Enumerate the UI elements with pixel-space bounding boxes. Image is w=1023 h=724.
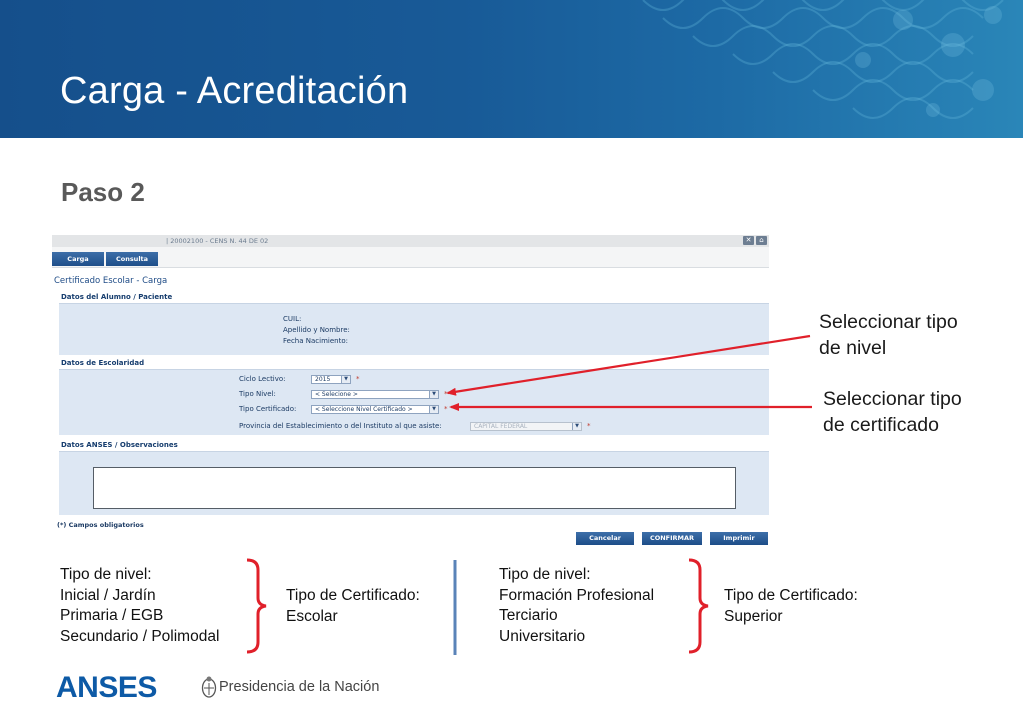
anses-logo: ANSES [56,671,157,704]
right-brace-group2 [688,558,709,654]
national-seal-icon [201,676,217,698]
right-brace-group1 [246,558,267,654]
presidencia-logo: Presidencia de la Nación [219,679,380,695]
brackets-layer [246,558,709,655]
